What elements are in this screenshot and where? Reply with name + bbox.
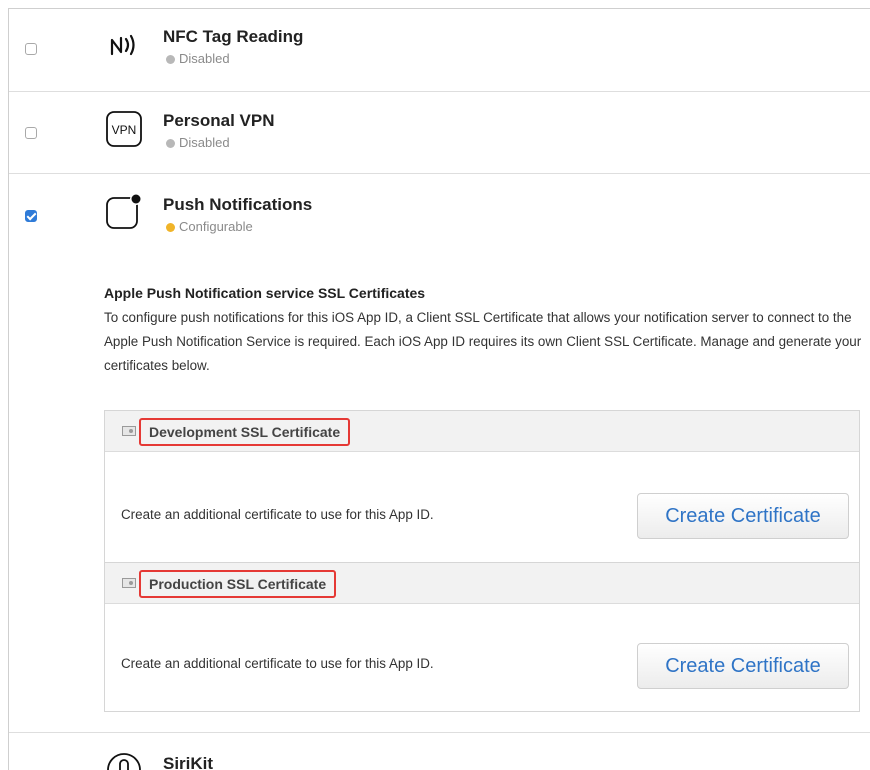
nfc-icon <box>110 34 135 56</box>
status-dot <box>166 139 175 148</box>
status-dot <box>166 55 175 64</box>
production-ssl-certificate-title: Production SSL Certificate <box>139 570 337 598</box>
push-notifications-checkbox[interactable] <box>25 210 37 222</box>
apns-description: To configure push notifications for this… <box>104 310 862 373</box>
certificate-description: Create an additional certificate to use … <box>121 656 434 671</box>
siri-icon <box>107 753 141 770</box>
panel-header: Production SSL Certificate <box>105 563 859 604</box>
status-text: Disabled <box>179 51 230 66</box>
vpn-checkbox[interactable] <box>25 127 37 139</box>
status-badge: Disabled <box>166 51 230 66</box>
divider <box>9 173 870 174</box>
status-badge: Disabled <box>166 135 230 150</box>
capability-name: Push Notifications <box>163 195 313 214</box>
certificate-icon <box>122 578 136 588</box>
status-dot <box>166 223 175 232</box>
panel-header: Development SSL Certificate <box>105 411 859 452</box>
status-badge: Configurable <box>166 219 253 234</box>
create-production-certificate-button[interactable]: Create Certificate <box>637 643 849 689</box>
development-ssl-certificate-title: Development SSL Certificate <box>139 418 351 446</box>
vpn-icon: VPN <box>106 111 142 147</box>
capability-name: SiriKit <box>163 754 214 770</box>
certificate-description: Create an additional certificate to use … <box>121 507 434 522</box>
certificate-icon <box>122 426 136 436</box>
push-notification-icon <box>106 193 142 229</box>
divider <box>9 91 870 92</box>
production-certificate-panel: Production SSL Certificate Create an add… <box>104 562 860 712</box>
capability-name: NFC Tag Reading <box>163 27 304 46</box>
svg-text:VPN: VPN <box>112 123 137 137</box>
capabilities-list: NFC Tag Reading Disabled VPN Personal VP… <box>8 8 870 770</box>
apns-section-title: Apple Push Notification service SSL Cert… <box>104 285 426 301</box>
status-text: Configurable <box>179 219 253 234</box>
status-text: Disabled <box>179 135 230 150</box>
capability-name: Personal VPN <box>163 111 275 130</box>
divider <box>9 732 870 733</box>
nfc-checkbox[interactable] <box>25 43 37 55</box>
development-certificate-panel: Development SSL Certificate Create an ad… <box>104 410 860 563</box>
create-development-certificate-button[interactable]: Create Certificate <box>637 493 849 539</box>
